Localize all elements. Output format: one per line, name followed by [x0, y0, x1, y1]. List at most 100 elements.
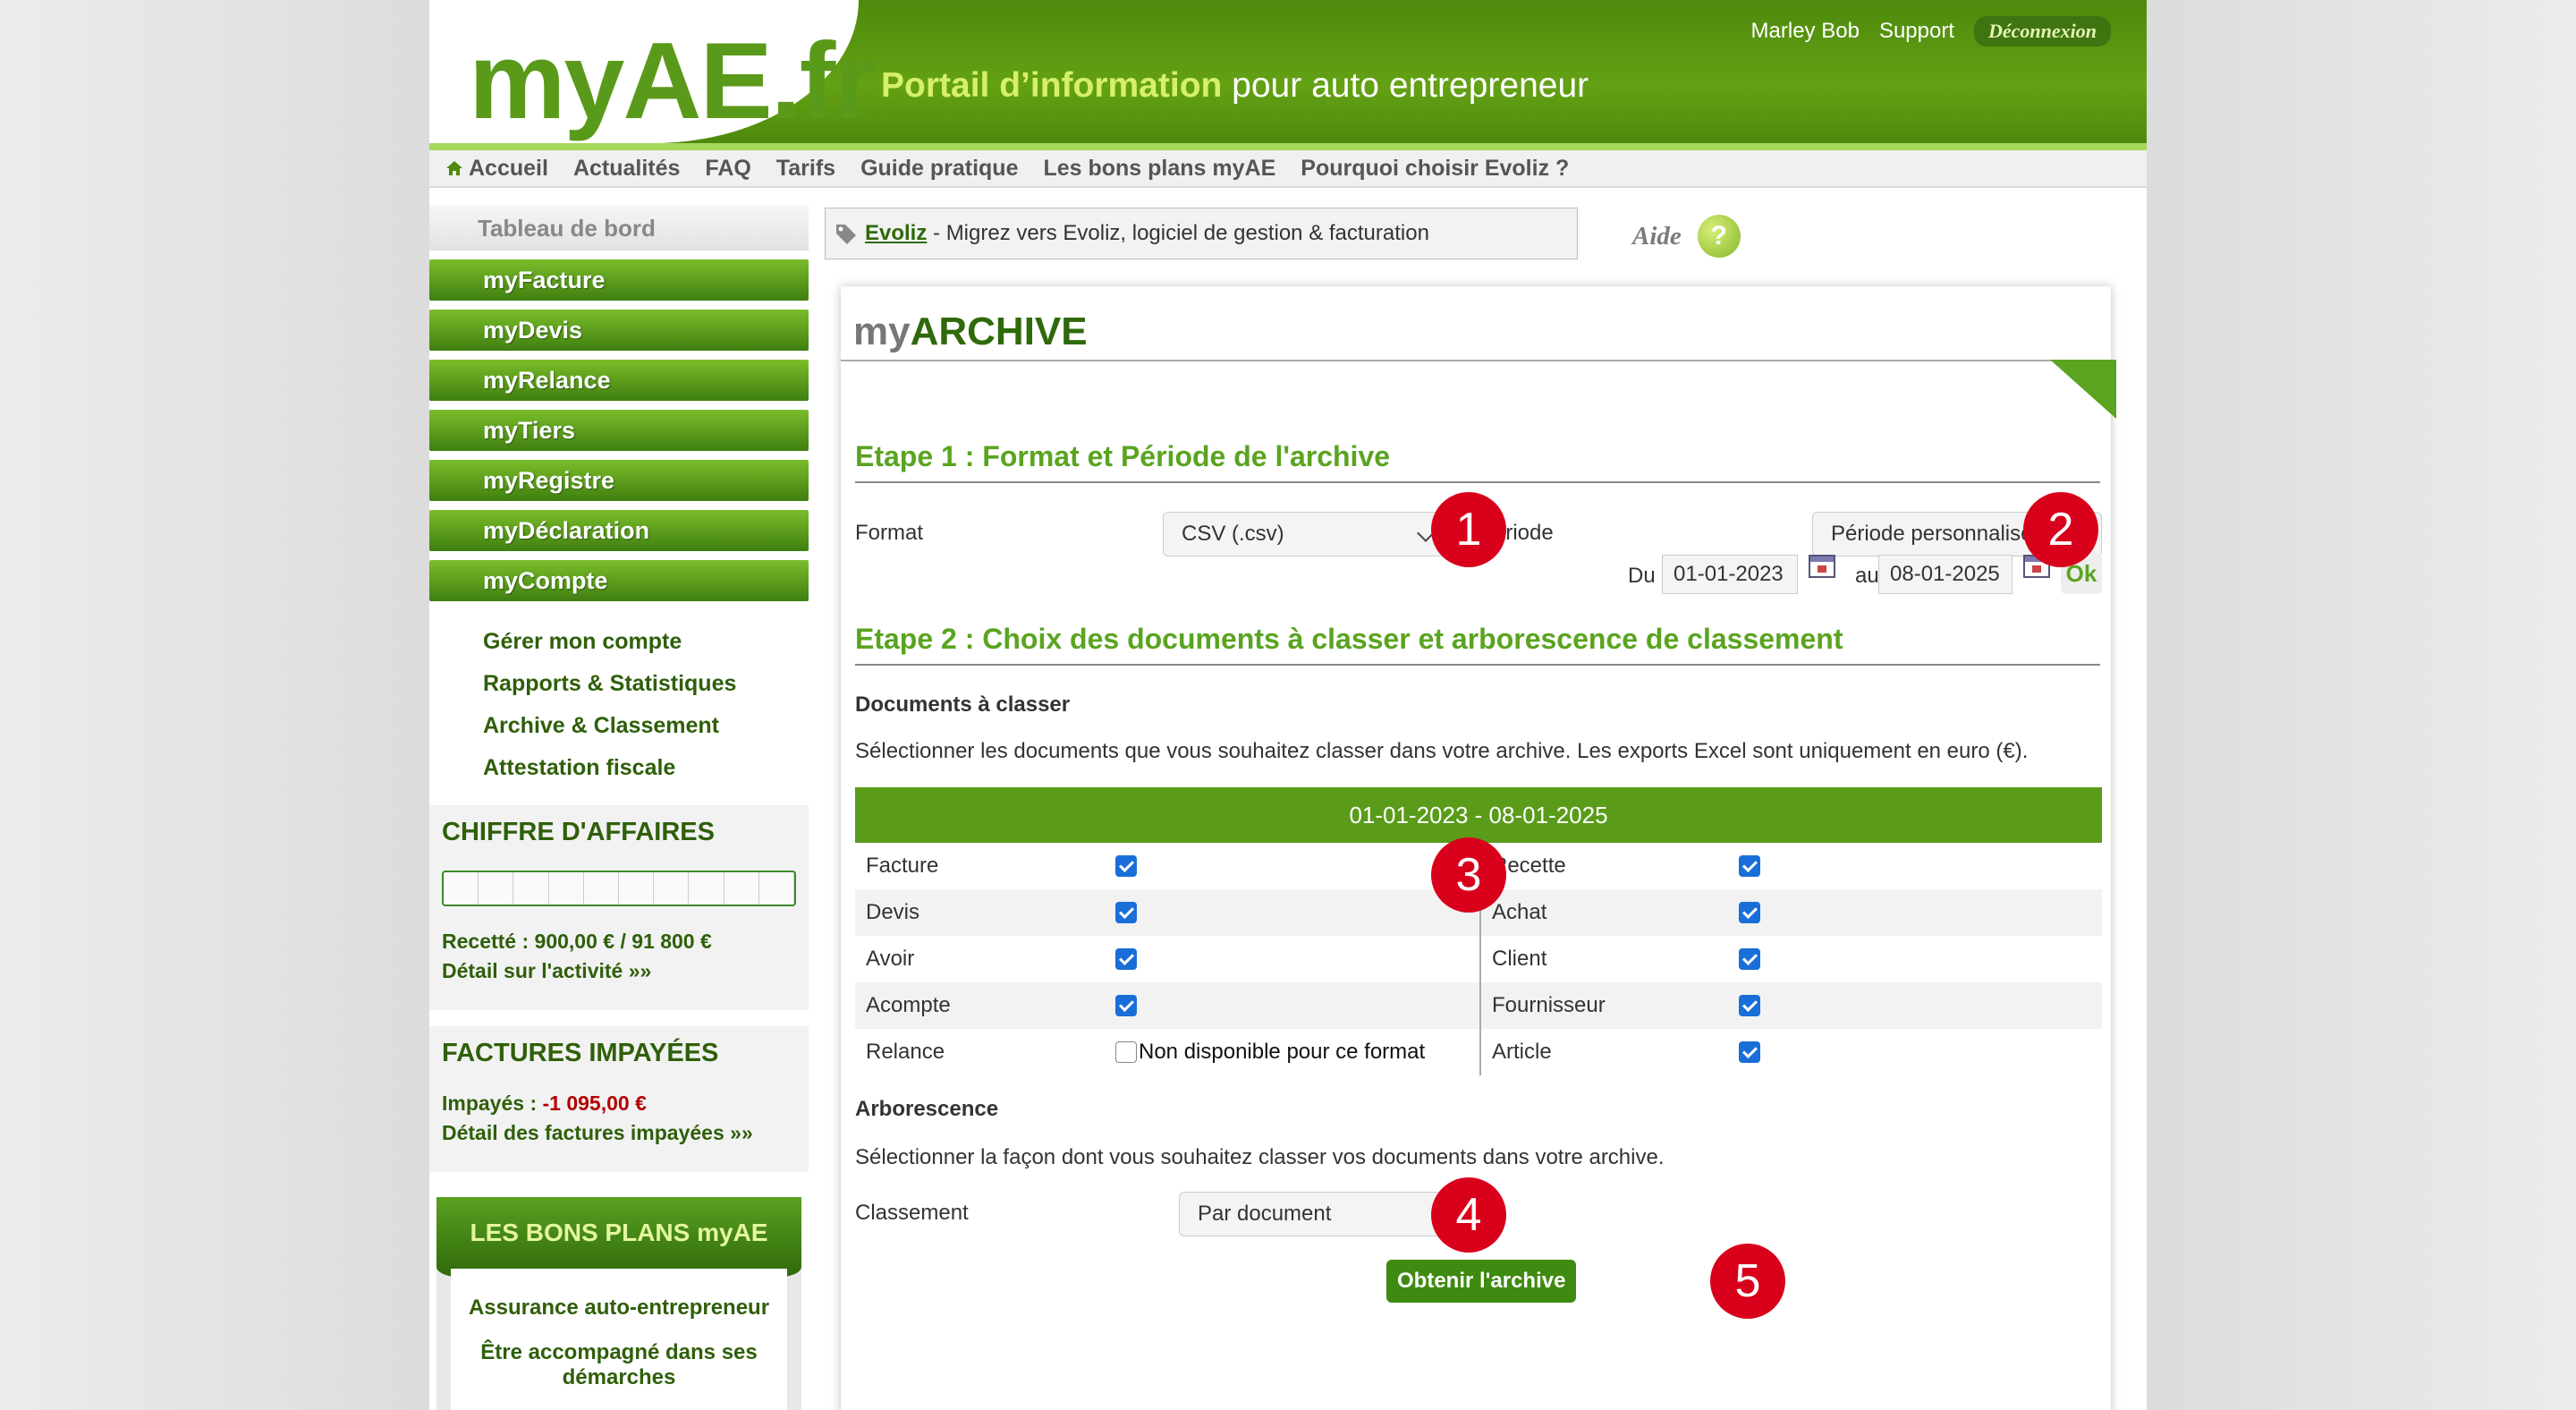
nav-home-label: Accueil [469, 155, 548, 181]
nav-actualites[interactable]: Actualités [573, 156, 680, 182]
progress-segment [724, 872, 759, 905]
nav-faq[interactable]: FAQ [705, 156, 750, 182]
progress-segment [549, 872, 584, 905]
table-row: Acompte Fournisseur [855, 982, 2102, 1029]
doc-type-label: Facture [866, 854, 939, 878]
menu-myfacture[interactable]: myFacture [429, 259, 809, 301]
site-logo[interactable]: myAE.fr [469, 18, 877, 143]
bons-plans-assurance[interactable]: Assurance auto-entrepreneur [451, 1295, 787, 1321]
progress-segment [513, 872, 549, 905]
arbo-heading: Arborescence [855, 1097, 999, 1121]
doc-checkbox[interactable] [1739, 948, 1760, 970]
step2-heading: Etape 2 : Choix des documents à classer … [855, 623, 1843, 655]
classement-label: Classement [855, 1201, 969, 1225]
get-archive-button[interactable]: Obtenir l'archive [1386, 1260, 1577, 1303]
classement-select-value: Par document [1198, 1202, 1332, 1226]
step-badge-3: 3 [1431, 837, 1506, 913]
progress-segment [584, 872, 620, 905]
ca-recette: Recetté : 900,00 € / 91 800 € [442, 930, 712, 953]
documents-table: 01-01-2023 - 08-01-2025 Facture Recette De… [855, 787, 2102, 1075]
doc-checkbox[interactable] [1739, 1041, 1760, 1063]
doc-type-label: Devis [866, 900, 920, 924]
ca-box: CHIFFRE D'AFFAIRES Recetté : 900,00 € / … [429, 805, 809, 1010]
nav-home[interactable]: Accueil [445, 156, 548, 182]
logout-button[interactable]: Déconnexion [1974, 16, 2111, 47]
doc-checkbox[interactable] [1115, 948, 1137, 970]
impayees-amount: -1 095,00 € [542, 1091, 647, 1115]
help-link[interactable]: Aide ? [1632, 215, 1741, 258]
archive-panel: myARCHIVE Etape 1 : Format et Période de… [841, 286, 2116, 1410]
impayees-box: FACTURES IMPAYÉES Impayés : -1 095,00 € … [429, 1026, 809, 1172]
promo-text: - Migrez vers Evoliz, logiciel de gestio… [927, 221, 1429, 245]
tag-icon [836, 225, 856, 244]
ca-detail-link[interactable]: Détail sur l'activité »» [442, 959, 796, 983]
impayees-detail-link[interactable]: Détail des factures impayées »» [442, 1121, 796, 1145]
menu-myregistre[interactable]: myRegistre [429, 460, 809, 501]
menu-mydeclaration[interactable]: myDéclaration [429, 510, 809, 551]
menu-mycompte[interactable]: myCompte [429, 560, 809, 601]
main-nav: Accueil Actualités FAQ Tarifs Guide prat… [429, 150, 2147, 188]
question-icon[interactable]: ? [1697, 215, 1741, 258]
doc-checkbox[interactable] [1739, 855, 1760, 877]
mycompte-submenu: Gérer mon compte Rapports & Statistiques… [429, 601, 809, 789]
page-title-prefix: my [853, 310, 911, 353]
dashboard-link[interactable]: Tableau de bord [429, 206, 809, 251]
tagline-rest: pour auto entrepreneur [1222, 66, 1589, 105]
doc-type-label: Relance [866, 1040, 945, 1064]
doc-type-label: Article [1492, 1040, 1552, 1064]
menu-mydevis[interactable]: myDevis [429, 310, 809, 351]
menu-myrelance[interactable]: myRelance [429, 360, 809, 401]
table-row: Avoir Client [855, 936, 2102, 982]
date-from-input[interactable]: 01-01-2023 [1662, 555, 1798, 594]
user-name-link[interactable]: Marley Bob [1751, 19, 1860, 44]
doc-checkbox[interactable] [1115, 855, 1137, 877]
doc-type-label: Avoir [866, 947, 915, 971]
nav-bons-plans[interactable]: Les bons plans myAE [1043, 156, 1275, 182]
documents-table-header: 01-01-2023 - 08-01-2025 [855, 787, 2102, 843]
doc-checkbox[interactable] [1739, 995, 1760, 1016]
submenu-attestation[interactable]: Attestation fiscale [483, 747, 809, 789]
doc-checkbox[interactable] [1115, 1041, 1137, 1063]
doc-checkbox[interactable] [1115, 995, 1137, 1016]
doc-checkbox[interactable] [1739, 902, 1760, 923]
submenu-rapports[interactable]: Rapports & Statistiques [483, 663, 809, 705]
home-icon [446, 161, 462, 175]
docs-heading: Documents à classer [855, 692, 1071, 717]
date-to-input[interactable]: 08-01-2025 [1878, 555, 2012, 594]
format-select[interactable]: CSV (.csv) [1163, 512, 1445, 556]
promo-bar: Evoliz - Migrez vers Evoliz, logiciel de… [825, 208, 1578, 259]
nav-guide[interactable]: Guide pratique [860, 156, 1018, 182]
format-select-value: CSV (.csv) [1182, 522, 1284, 546]
header: myAE.fr Portail d’information pour auto … [429, 0, 2147, 143]
nav-tarifs[interactable]: Tarifs [776, 156, 835, 182]
submenu-archive[interactable]: Archive & Classement [483, 705, 809, 747]
format-label: Format [855, 521, 924, 545]
arbo-description: Sélectionner la façon dont vous souhaite… [855, 1145, 1665, 1169]
nav-evoliz[interactable]: Pourquoi choisir Evoliz ? [1301, 156, 1569, 182]
user-links: Marley Bob Support Déconnexion [1751, 16, 2111, 47]
step-badge-2: 2 [2023, 492, 2098, 567]
impayees-label: Impayés : [442, 1091, 543, 1115]
right-margin [2147, 0, 2576, 1410]
table-row: Relance Non disponible pour ce format Arti… [855, 1029, 2102, 1075]
menu-mytiers[interactable]: myTiers [429, 410, 809, 451]
bons-plans-accompagnement[interactable]: Être accompagné dans ses démarches [451, 1340, 787, 1390]
ca-title: CHIFFRE D'AFFAIRES [442, 818, 715, 846]
help-label: Aide [1632, 221, 1682, 251]
submenu-gerer-compte[interactable]: Gérer mon compte [483, 621, 809, 663]
evoliz-link[interactable]: Evoliz [865, 221, 927, 245]
calendar-icon-from[interactable] [1809, 555, 1835, 578]
doc-checkbox[interactable] [1115, 902, 1137, 923]
progress-segment [619, 872, 655, 905]
header-stripe [429, 143, 2147, 150]
doc-type-label: Achat [1492, 900, 1547, 924]
support-link[interactable]: Support [1879, 19, 1954, 44]
sidebar: Tableau de bord myFacture myDevis myRela… [429, 206, 809, 1410]
doc-type-label: Client [1492, 947, 1547, 971]
doc-type-label: Fournisseur [1492, 993, 1606, 1017]
unavailable-note: Non disponible pour ce format [1139, 1040, 1426, 1064]
step-badge-5: 5 [1710, 1244, 1785, 1319]
bons-plans-title: LES BONS PLANS myAE [436, 1197, 801, 1278]
page-title-main: ARCHIVE [910, 310, 1088, 353]
impayees-amount-line: Impayés : -1 095,00 € [442, 1091, 796, 1116]
